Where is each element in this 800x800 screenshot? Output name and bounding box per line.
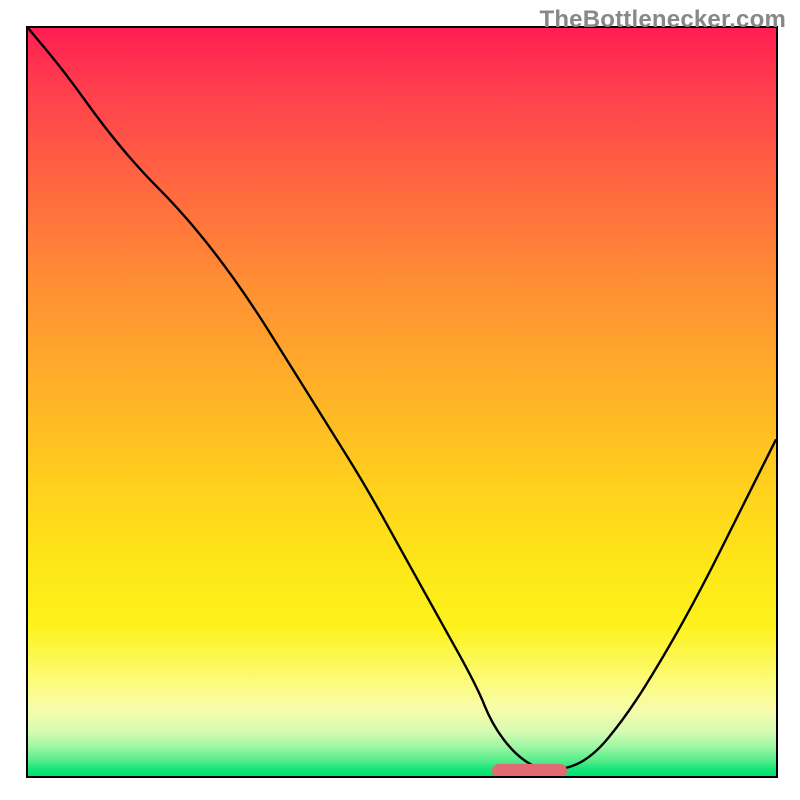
bottleneck-curve <box>28 28 776 776</box>
watermark-text: TheBottlenecker.com <box>539 6 786 34</box>
chart-container: TheBottlenecker.com <box>0 0 800 800</box>
plot-area <box>26 26 778 778</box>
optimal-zone-marker <box>492 764 567 778</box>
